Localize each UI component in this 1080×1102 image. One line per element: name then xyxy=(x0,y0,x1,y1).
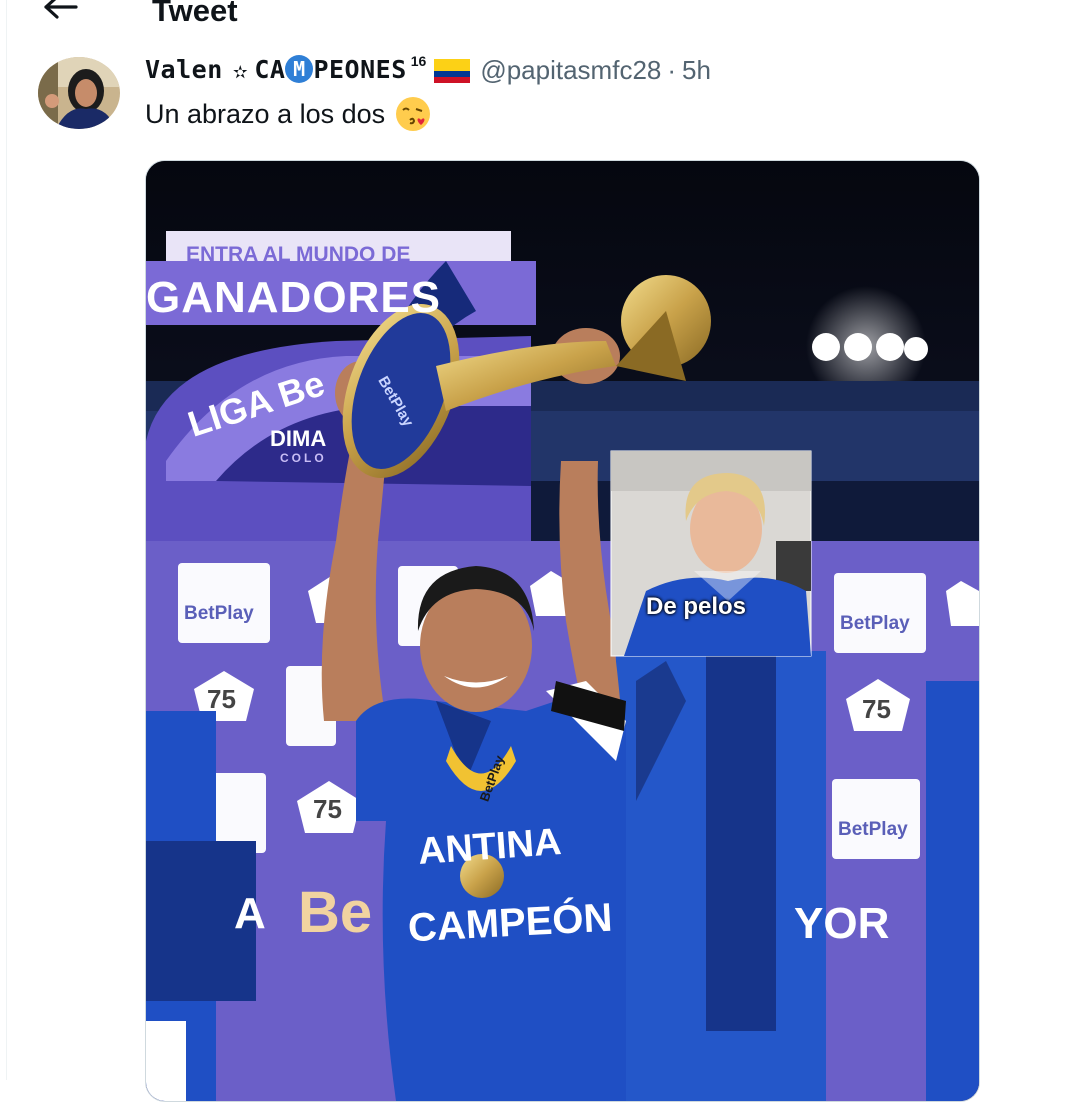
user-handle[interactable]: @papitasmfc28 xyxy=(480,55,661,86)
display-name-part: Valen xyxy=(145,55,223,84)
display-name-part: CA xyxy=(254,55,286,84)
m-badge-letter: M xyxy=(293,57,306,81)
divider xyxy=(6,0,7,1080)
colombia-flag-icon xyxy=(434,59,471,83)
display-name[interactable]: Valen ✫ CA M PEONES xyxy=(145,55,407,85)
anniversary-text: 75 xyxy=(313,794,342,824)
banner-top-text: ENTRA AL MUNDO DE xyxy=(186,243,411,266)
m-badge-icon: M xyxy=(285,55,314,83)
display-name-part: PEONES xyxy=(313,55,407,84)
sponsor-logo-text: BetPlay xyxy=(838,819,908,840)
dimayor-sub-text: COLO xyxy=(280,451,327,465)
timestamp[interactable]: 5h xyxy=(682,55,711,86)
face-blowing-kiss-icon xyxy=(395,96,431,132)
backdrop-text: YOR xyxy=(794,899,890,948)
back-button[interactable] xyxy=(40,0,80,20)
tweet-header: Tweet xyxy=(0,0,1080,28)
tweet-media-image[interactable]: ENTRA AL MUNDO DE GANADORES LIGA Be DIMA… xyxy=(145,160,980,1102)
avatar[interactable] xyxy=(38,57,120,129)
sponsor-logo-text: BetPlay xyxy=(840,613,910,634)
separator-dot: · xyxy=(667,54,677,85)
sponsor-logo-text: BetPlay xyxy=(184,603,254,624)
tweet-text-content: Un abrazo a los dos xyxy=(145,99,386,129)
backdrop-text: A xyxy=(234,889,266,938)
anniversary-text: 75 xyxy=(862,694,891,724)
backdrop-text: Be xyxy=(298,880,373,945)
banner-main-text: GANADORES xyxy=(146,273,442,322)
display-name-superscript: 16 xyxy=(410,53,427,69)
tweet-text: Un abrazo a los dos xyxy=(145,96,431,132)
arrow-left-icon xyxy=(44,0,78,19)
star-symbol: ✫ xyxy=(232,55,249,84)
dimayor-text: DIMA xyxy=(270,426,327,451)
anniversary-text: 75 xyxy=(207,684,236,714)
tweet-author-line: Valen ✫ CA M PEONES 16 @papitasmfc28 · 5h xyxy=(145,52,711,88)
page-title: Tweet xyxy=(152,0,238,28)
inset-caption: De pelos xyxy=(646,593,747,620)
